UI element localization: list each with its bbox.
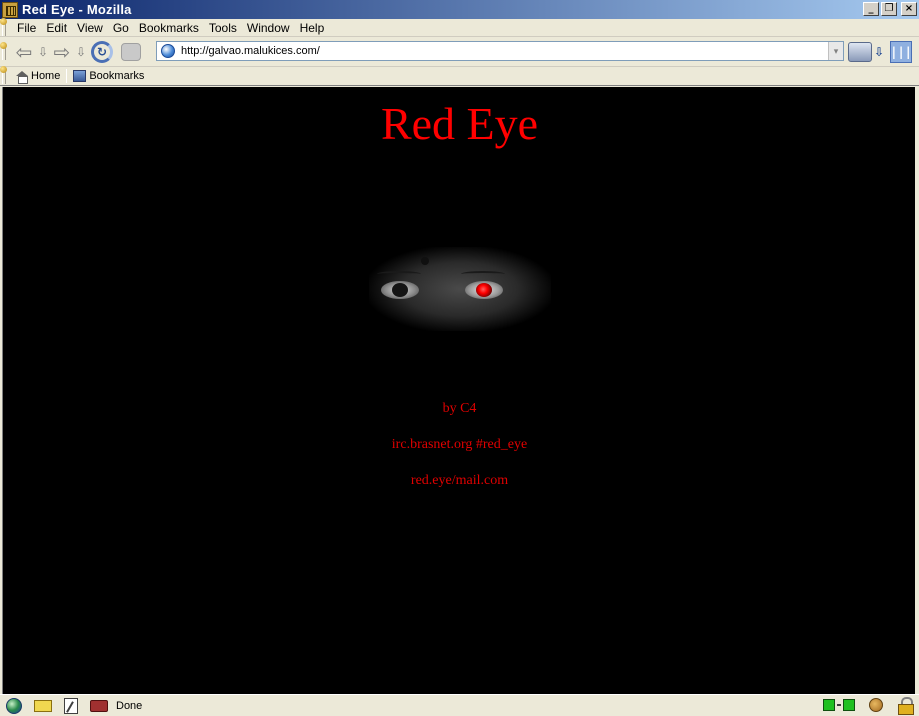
menu-file[interactable]: File bbox=[12, 21, 41, 35]
window-title: Red Eye - Mozilla bbox=[22, 2, 132, 17]
mozilla-throbber-icon[interactable]: ||| bbox=[890, 41, 913, 63]
right-red-iris bbox=[476, 283, 492, 297]
close-button[interactable]: × bbox=[901, 2, 917, 16]
red-eye-image bbox=[369, 247, 551, 331]
navigation-toolbar: ⇦ ⇩ ⇨ ⇩ ↻ ▾ ⇩ ||| bbox=[0, 37, 919, 67]
navigator-icon[interactable] bbox=[6, 697, 22, 714]
menu-help[interactable]: Help bbox=[295, 21, 330, 35]
maximize-button[interactable]: ❐ bbox=[881, 2, 897, 16]
reload-icon: ↻ bbox=[91, 40, 113, 63]
mail-icon[interactable] bbox=[34, 699, 52, 712]
bookmarks-label: Bookmarks bbox=[89, 70, 145, 82]
print-controls: ⇩ ||| bbox=[848, 41, 913, 63]
menu-go[interactable]: Go bbox=[108, 21, 134, 35]
forward-history-dropdown[interactable]: ⇩ bbox=[74, 39, 88, 65]
stop-button[interactable] bbox=[116, 39, 146, 65]
status-text: Done bbox=[116, 699, 143, 712]
print-dropdown[interactable]: ⇩ bbox=[874, 45, 884, 59]
home-label: Home bbox=[31, 70, 61, 82]
personal-toolbar: Home Bookmarks bbox=[0, 66, 919, 86]
menu-window[interactable]: Window bbox=[242, 21, 295, 35]
composer-icon[interactable] bbox=[64, 697, 78, 714]
security-lock-icon[interactable] bbox=[897, 697, 914, 715]
right-eye bbox=[465, 281, 503, 299]
left-eye bbox=[381, 281, 419, 299]
minimize-button[interactable]: _ bbox=[863, 2, 879, 16]
status-bar: Done bbox=[0, 694, 919, 716]
left-iris bbox=[392, 283, 408, 297]
url-input[interactable] bbox=[181, 45, 831, 57]
menu-view[interactable]: View bbox=[72, 21, 108, 35]
online-status-icon[interactable] bbox=[823, 698, 855, 712]
toolbar-separator bbox=[66, 69, 68, 83]
bookmarks-button[interactable]: Bookmarks bbox=[69, 70, 148, 82]
title-bar[interactable]: Red Eye - Mozilla _ ❐ × bbox=[0, 0, 919, 19]
reload-button[interactable]: ↻ bbox=[88, 39, 116, 65]
menu-bookmarks[interactable]: Bookmarks bbox=[134, 21, 204, 35]
status-indicators bbox=[823, 697, 914, 715]
back-button[interactable]: ⇦ bbox=[12, 39, 36, 65]
bookmarks-icon bbox=[73, 70, 87, 82]
url-history-dropdown[interactable]: ▾ bbox=[828, 42, 843, 60]
page-proxy-icon[interactable] bbox=[161, 44, 175, 58]
forward-button[interactable]: ⇨ bbox=[50, 39, 74, 65]
window-controls: _ ❐ × bbox=[863, 2, 917, 16]
right-eyebrow bbox=[461, 271, 505, 277]
menu-bar: File Edit View Go Bookmarks Tools Window… bbox=[0, 17, 919, 37]
contact-mail-text: red.eye/mail.com bbox=[410, 473, 509, 488]
left-eyebrow bbox=[377, 271, 421, 277]
toolbar-grip[interactable] bbox=[0, 66, 7, 84]
print-button[interactable] bbox=[848, 42, 872, 62]
author-credit: by C4 bbox=[442, 401, 477, 416]
home-icon bbox=[16, 70, 28, 84]
cookie-icon[interactable] bbox=[869, 698, 883, 712]
menu-tools[interactable]: Tools bbox=[204, 21, 242, 35]
mozilla-app-icon[interactable] bbox=[2, 1, 18, 18]
irc-channel-text: irc.brasnet.org #red_eye bbox=[391, 437, 528, 452]
toolbar-grip[interactable] bbox=[0, 41, 7, 60]
toolbar-grip[interactable] bbox=[0, 17, 7, 36]
home-button[interactable]: Home bbox=[12, 70, 64, 84]
url-bar[interactable]: ▾ bbox=[156, 41, 844, 61]
bindi bbox=[421, 257, 429, 265]
address-book-icon[interactable] bbox=[90, 699, 108, 712]
stop-icon bbox=[121, 42, 141, 61]
back-history-dropdown[interactable]: ⇩ bbox=[36, 39, 50, 65]
menu-edit[interactable]: Edit bbox=[41, 21, 72, 35]
page-title: Red Eye bbox=[380, 98, 539, 149]
web-content[interactable]: Red Eye by C4 irc.brasnet.org #red_eye r… bbox=[2, 87, 915, 694]
